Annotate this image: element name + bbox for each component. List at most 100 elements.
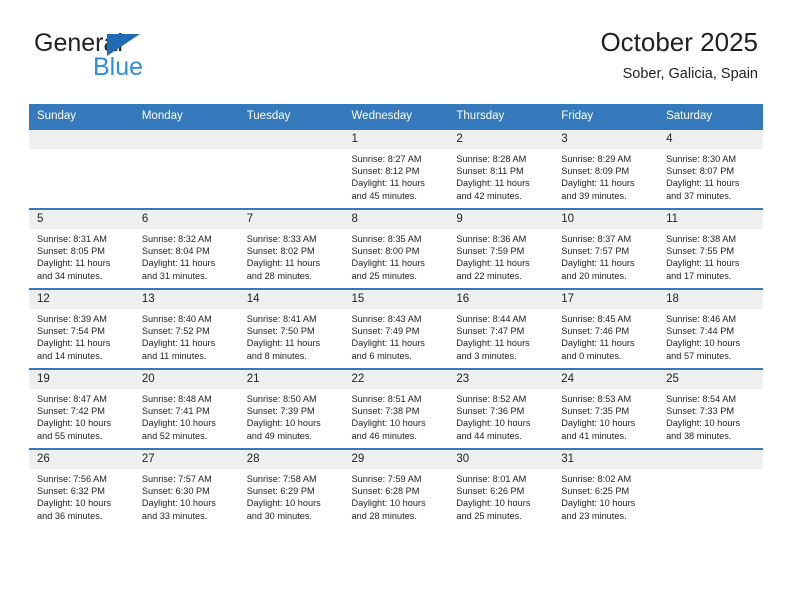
day-details: Sunrise: 8:29 AM Sunset: 8:09 PM Daylight:… <box>553 149 658 202</box>
day-number: 24 <box>553 370 659 389</box>
sunset-text: Sunset: 7:38 PM <box>351 406 420 417</box>
daylight-text-line1: Daylight: 11 hours <box>351 258 425 269</box>
day-number <box>133 130 239 149</box>
sunset-text: Sunset: 8:12 PM <box>351 166 420 177</box>
sunset-text: Sunset: 8:00 PM <box>351 246 420 257</box>
sunrise-text: Sunrise: 8:43 AM <box>351 314 422 324</box>
daylight-text-line1: Daylight: 10 hours <box>141 418 216 429</box>
daylight-text-line2: and 36 minutes. <box>37 510 103 521</box>
day-cell[interactable]: 3 Sunrise: 8:29 AM Sunset: 8:09 PM Daylight… <box>553 128 659 209</box>
day-number: 16 <box>448 290 554 309</box>
daylight-text-line2: and 6 minutes. <box>351 350 412 361</box>
day-number <box>29 130 134 149</box>
day-cell[interactable]: 19 Sunrise: 8:47 AM Sunset: 7:42 PM Dayligh… <box>29 368 134 449</box>
day-cell[interactable]: 9 Sunrise: 8:36 AM Sunset: 7:59 PM Daylight… <box>448 208 554 289</box>
day-number: 7 <box>238 210 344 229</box>
day-cell[interactable]: 4 Sunrise: 8:30 AM Sunset: 8:07 PM Daylight… <box>658 128 763 209</box>
sunset-text: Sunset: 6:29 PM <box>246 486 315 497</box>
sunrise-text: Sunrise: 8:01 AM <box>456 474 527 484</box>
day-number: 23 <box>448 370 554 389</box>
day-cell[interactable]: 11 Sunrise: 8:38 AM Sunset: 7:55 PM Dayligh… <box>658 208 763 289</box>
daylight-text-line1: Daylight: 11 hours <box>456 338 530 349</box>
day-cell[interactable]: 28 Sunrise: 7:58 AM Sunset: 6:29 PM Dayligh… <box>238 448 344 528</box>
day-cell[interactable]: 29 Sunrise: 7:59 AM Sunset: 6:28 PM Dayligh… <box>343 448 449 528</box>
day-details: Sunrise: 7:57 AM Sunset: 6:30 PM Daylight:… <box>134 469 239 522</box>
weekday-header-thursday: Thursday <box>448 104 554 129</box>
day-cell[interactable]: 30 Sunrise: 8:01 AM Sunset: 6:26 PM Dayligh… <box>448 448 554 528</box>
daylight-text-line1: Daylight: 10 hours <box>37 418 112 429</box>
sunrise-text: Sunrise: 8:36 AM <box>456 234 527 244</box>
day-cell[interactable]: 5 Sunrise: 8:31 AM Sunset: 8:05 PM Daylight… <box>29 208 134 289</box>
sunset-text: Sunset: 7:52 PM <box>141 326 210 337</box>
page-subtitle: Sober, Galicia, Spain <box>622 65 758 82</box>
daylight-text-line2: and 3 minutes. <box>456 350 517 361</box>
sunset-text: Sunset: 6:30 PM <box>141 486 210 497</box>
sunset-text: Sunset: 6:26 PM <box>456 486 525 497</box>
day-cell[interactable]: 6 Sunrise: 8:32 AM Sunset: 8:04 PM Daylight… <box>133 208 239 289</box>
day-details: Sunrise: 8:39 AM Sunset: 7:54 PM Daylight:… <box>29 309 134 362</box>
daylight-text-line1: Daylight: 11 hours <box>456 178 530 189</box>
day-cell[interactable]: 26 Sunrise: 7:56 AM Sunset: 6:32 PM Dayligh… <box>29 448 134 528</box>
day-cell[interactable]: 18 Sunrise: 8:46 AM Sunset: 7:44 PM Dayligh… <box>658 288 763 369</box>
day-cell[interactable]: 21 Sunrise: 8:50 AM Sunset: 7:39 PM Dayligh… <box>238 368 344 449</box>
daylight-text-line2: and 8 minutes. <box>246 350 307 361</box>
day-details: Sunrise: 8:43 AM Sunset: 7:49 PM Daylight:… <box>344 309 449 362</box>
daylight-text-line2: and 28 minutes. <box>246 270 313 281</box>
sunset-text: Sunset: 8:02 PM <box>246 246 315 257</box>
calendar-week-row: 19 Sunrise: 8:47 AM Sunset: 7:42 PM Dayligh… <box>29 368 763 449</box>
calendar-header-row: Sunday Monday Tuesday Wednesday Thursday… <box>29 104 763 129</box>
day-number: 9 <box>448 210 554 229</box>
day-cell[interactable]: 10 Sunrise: 8:37 AM Sunset: 7:57 PM Dayligh… <box>553 208 659 289</box>
day-number: 15 <box>343 290 449 309</box>
day-number: 19 <box>29 370 134 389</box>
day-cell[interactable]: 23 Sunrise: 8:52 AM Sunset: 7:36 PM Dayligh… <box>448 368 554 449</box>
day-details: Sunrise: 8:01 AM Sunset: 6:26 PM Daylight:… <box>448 469 553 522</box>
day-cell[interactable]: 24 Sunrise: 8:53 AM Sunset: 7:35 PM Dayligh… <box>553 368 659 449</box>
sunset-text: Sunset: 8:11 PM <box>456 166 524 177</box>
daylight-text-line2: and 38 minutes. <box>666 430 732 441</box>
weekday-header-wednesday: Wednesday <box>343 104 449 129</box>
day-number: 27 <box>133 450 239 469</box>
daylight-text-line1: Daylight: 11 hours <box>246 258 321 269</box>
day-number: 29 <box>343 450 449 469</box>
day-number: 12 <box>29 290 134 309</box>
day-number: 28 <box>238 450 344 469</box>
daylight-text-line1: Daylight: 10 hours <box>141 498 216 509</box>
day-cell[interactable]: 8 Sunrise: 8:35 AM Sunset: 8:00 PM Daylight… <box>343 208 449 289</box>
day-cell[interactable]: 20 Sunrise: 8:48 AM Sunset: 7:41 PM Dayligh… <box>133 368 239 449</box>
day-cell[interactable]: 22 Sunrise: 8:51 AM Sunset: 7:38 PM Dayligh… <box>343 368 449 449</box>
sunrise-text: Sunrise: 8:52 AM <box>456 394 527 404</box>
day-cell[interactable]: 13 Sunrise: 8:40 AM Sunset: 7:52 PM Dayligh… <box>133 288 239 369</box>
daylight-text-line2: and 49 minutes. <box>246 430 313 441</box>
daylight-text-line1: Daylight: 11 hours <box>37 258 111 269</box>
day-details: Sunrise: 8:31 AM Sunset: 8:05 PM Daylight:… <box>29 229 134 282</box>
sunset-text: Sunset: 7:35 PM <box>561 406 630 417</box>
day-number: 25 <box>658 370 763 389</box>
sunrise-text: Sunrise: 8:27 AM <box>351 154 422 164</box>
sunset-text: Sunset: 7:44 PM <box>666 326 734 337</box>
day-cell[interactable]: 31 Sunrise: 8:02 AM Sunset: 6:25 PM Dayligh… <box>553 448 659 528</box>
day-details: Sunrise: 7:56 AM Sunset: 6:32 PM Daylight:… <box>29 469 134 522</box>
day-cell[interactable]: 2 Sunrise: 8:28 AM Sunset: 8:11 PM Daylight… <box>448 128 554 209</box>
daylight-text-line2: and 46 minutes. <box>351 430 417 441</box>
day-cell[interactable]: 14 Sunrise: 8:41 AM Sunset: 7:50 PM Dayligh… <box>238 288 344 369</box>
day-number: 4 <box>658 130 763 149</box>
day-cell[interactable]: 1 Sunrise: 8:27 AM Sunset: 8:12 PM Daylight… <box>343 128 449 209</box>
day-cell[interactable]: 25 Sunrise: 8:54 AM Sunset: 7:33 PM Dayligh… <box>658 368 763 449</box>
day-cell[interactable]: 15 Sunrise: 8:43 AM Sunset: 7:49 PM Dayligh… <box>343 288 449 369</box>
day-cell[interactable]: 7 Sunrise: 8:33 AM Sunset: 8:02 PM Daylight… <box>238 208 344 289</box>
weekday-header-sunday: Sunday <box>29 104 134 129</box>
day-cell-empty <box>29 128 134 209</box>
day-cell-empty <box>133 128 239 209</box>
day-cell[interactable]: 16 Sunrise: 8:44 AM Sunset: 7:47 PM Dayligh… <box>448 288 554 369</box>
daylight-text-line1: Daylight: 10 hours <box>666 418 741 429</box>
daylight-text-line1: Daylight: 11 hours <box>141 258 216 269</box>
calendar-page: General Blue October 2025 Sober, Galicia… <box>0 0 792 612</box>
daylight-text-line2: and 31 minutes. <box>141 270 208 281</box>
day-cell[interactable]: 12 Sunrise: 8:39 AM Sunset: 7:54 PM Dayligh… <box>29 288 134 369</box>
daylight-text-line1: Daylight: 11 hours <box>561 178 635 189</box>
day-details: Sunrise: 8:48 AM Sunset: 7:41 PM Daylight:… <box>134 389 239 442</box>
day-details: Sunrise: 7:58 AM Sunset: 6:29 PM Daylight:… <box>239 469 344 522</box>
day-cell[interactable]: 17 Sunrise: 8:45 AM Sunset: 7:46 PM Dayligh… <box>553 288 659 369</box>
day-cell[interactable]: 27 Sunrise: 7:57 AM Sunset: 6:30 PM Dayligh… <box>133 448 239 528</box>
